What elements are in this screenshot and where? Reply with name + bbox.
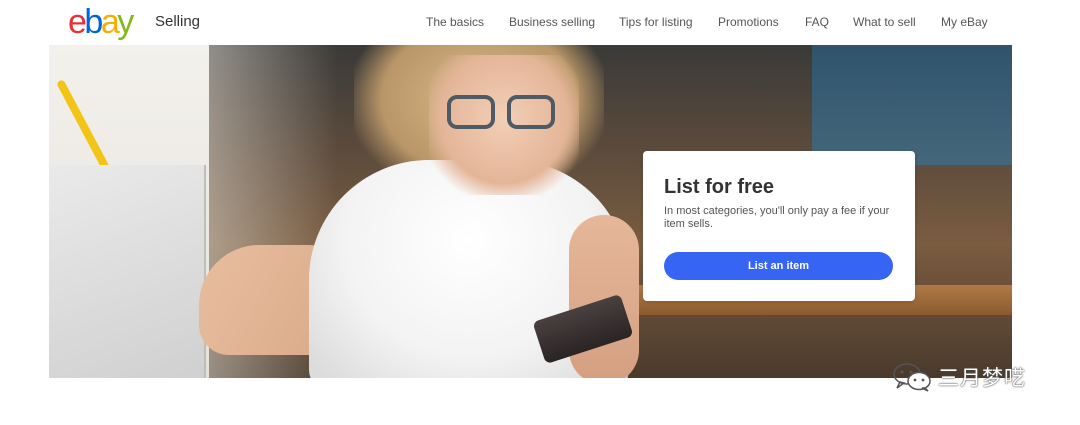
watermark: 三月梦呓: [892, 360, 1026, 394]
glasses-image: [447, 95, 559, 129]
nav-what-to-sell[interactable]: What to sell: [853, 15, 916, 29]
page: e b a y Selling The basics Business sell…: [0, 0, 1080, 425]
logo-letter-b: b: [84, 3, 103, 41]
nav-business-selling[interactable]: Business selling: [509, 15, 595, 29]
nav-the-basics[interactable]: The basics: [426, 15, 484, 29]
logo-letter-y: y: [117, 3, 134, 41]
site-header: e b a y Selling The basics Business sell…: [0, 0, 1080, 45]
watermark-text: 三月梦呓: [938, 366, 1026, 390]
ebay-logo[interactable]: e b a y: [68, 2, 134, 42]
list-for-free-card: List for free In most categories, you'll…: [643, 151, 915, 301]
woman-hand-image: [569, 215, 639, 378]
glasses-lens-left: [447, 95, 495, 129]
nav-faq[interactable]: FAQ: [805, 15, 829, 29]
hero-background-shelf: [812, 45, 1012, 165]
list-an-item-button[interactable]: List an item: [664, 252, 893, 280]
section-title: Selling: [155, 13, 201, 30]
nav-tips-for-listing[interactable]: Tips for listing: [619, 15, 693, 29]
logo-letter-a: a: [100, 3, 120, 41]
nav-promotions[interactable]: Promotions: [718, 15, 779, 29]
wechat-icon: [893, 363, 931, 392]
card-title: List for free: [664, 176, 775, 198]
nav-my-ebay[interactable]: My eBay: [941, 15, 988, 29]
glasses-lens-right: [507, 95, 555, 129]
card-description: In most categories, you'll only pay a fe…: [664, 205, 890, 230]
logo-letter-e: e: [68, 3, 87, 41]
laptop-image: [49, 165, 206, 378]
